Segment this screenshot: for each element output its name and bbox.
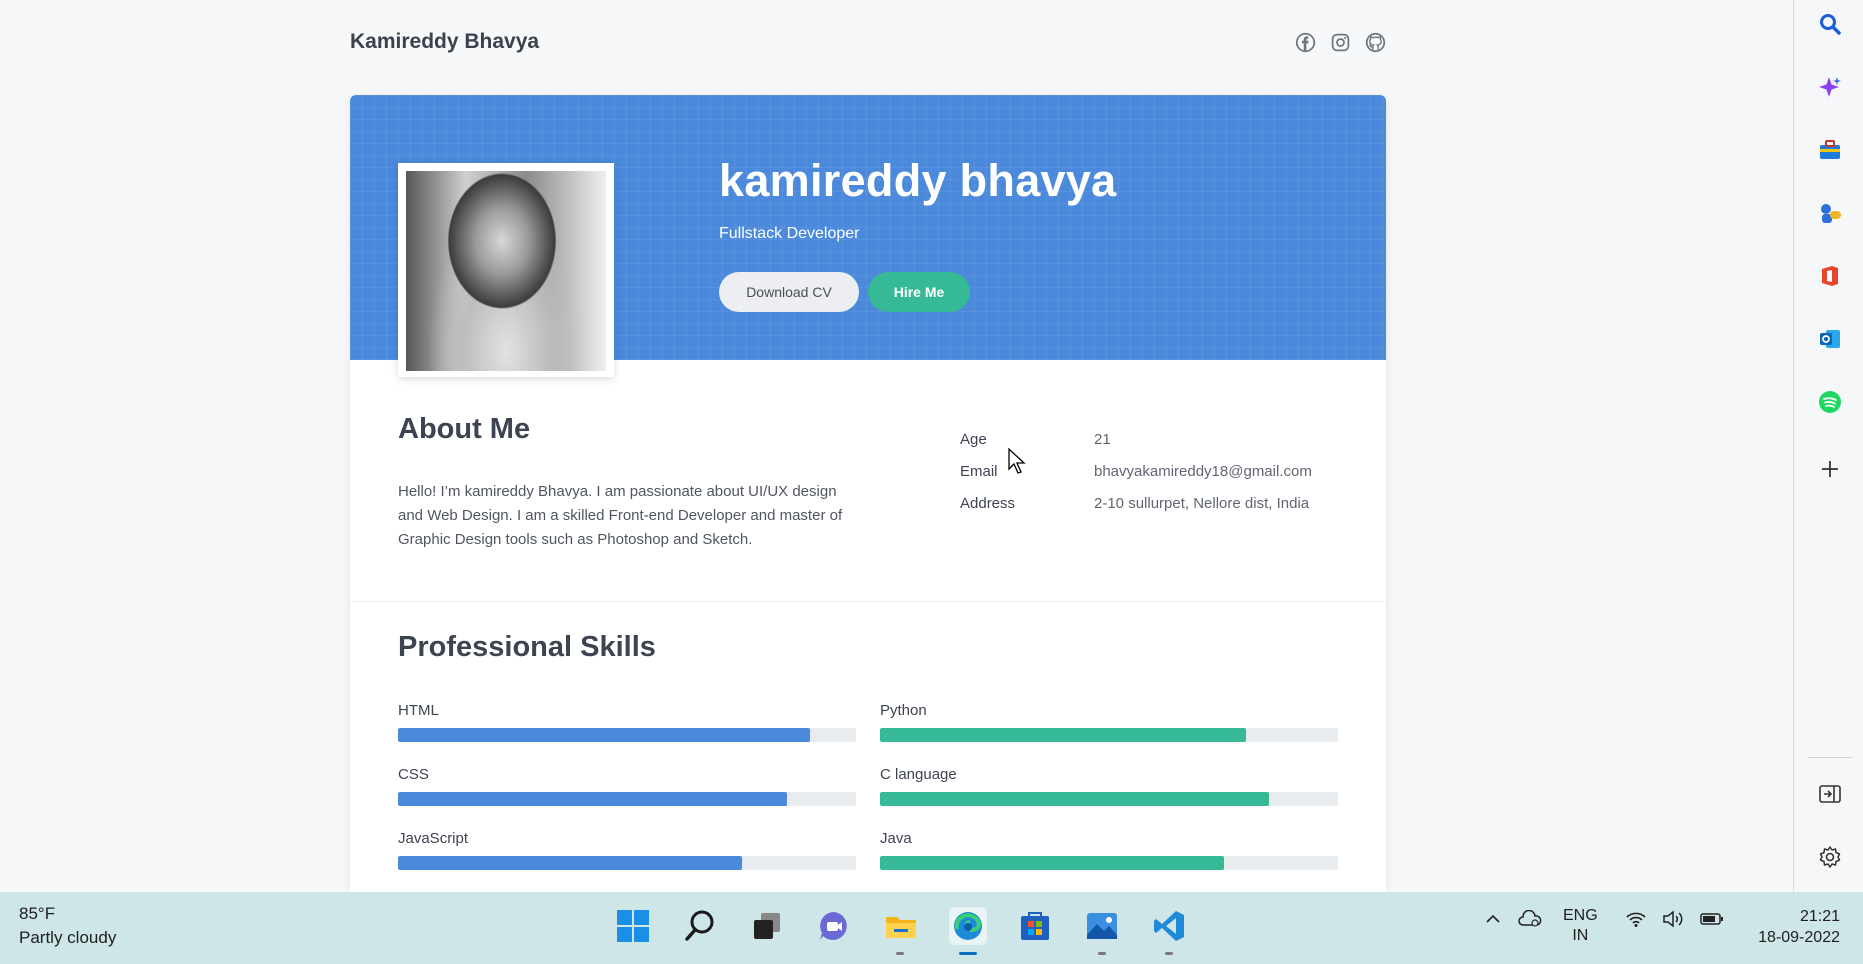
weather-temperature[interactable]: 85°F — [19, 904, 55, 924]
hero-section: kamireddy bhavya Fullstack Developer Dow… — [350, 95, 1386, 377]
hero-name: kamireddy bhavya — [719, 155, 1117, 206]
info-label: Address — [960, 495, 1016, 512]
skills-column-right: Python C language Java — [880, 702, 1338, 892]
browser-viewport: Kamireddy Bhavya kamireddy bhavya Fullst… — [0, 0, 1793, 892]
about-text: Hello! I’m kamireddy Bhavya. I am passio… — [398, 483, 843, 548]
skill-fill — [398, 728, 811, 742]
info-value[interactable]: bhavyakamireddy18@gmail.com — [1094, 463, 1312, 495]
instagram-icon[interactable] — [1330, 32, 1351, 53]
info-value: 21 — [1094, 431, 1111, 448]
social-links — [1295, 32, 1386, 53]
profile-photo-frame — [398, 163, 614, 377]
language-region: IN — [1572, 927, 1589, 944]
outlook-icon[interactable] — [1818, 327, 1842, 351]
site-header: Kamireddy Bhavya — [350, 28, 1386, 58]
search-icon[interactable] — [1818, 12, 1842, 36]
skill-fill — [398, 856, 742, 870]
chevron-up-icon[interactable] — [1484, 910, 1502, 933]
skill-track — [880, 792, 1338, 806]
skill-javascript: JavaScript — [398, 830, 856, 892]
copilot-icon[interactable] — [1818, 75, 1842, 99]
about-title: About Me — [398, 413, 531, 445]
office-icon[interactable] — [1818, 264, 1842, 288]
language-code: ENG — [1563, 907, 1598, 924]
skill-java: Java — [880, 830, 1338, 892]
sidebar-toggle-icon[interactable] — [1818, 782, 1842, 806]
wifi-icon[interactable] — [1625, 910, 1647, 933]
section-divider — [350, 601, 1386, 602]
tools-icon[interactable] — [1818, 138, 1842, 162]
skill-fill — [880, 728, 1247, 742]
task-view-icon[interactable] — [748, 907, 786, 945]
facebook-icon[interactable] — [1295, 32, 1316, 53]
sidebar-divider — [1808, 757, 1852, 758]
hire-me-button[interactable]: Hire Me — [868, 272, 970, 312]
skill-fill — [880, 856, 1224, 870]
file-explorer-icon[interactable] — [882, 907, 920, 945]
skill-html: HTML — [398, 702, 856, 766]
info-value: 2-10 sullurpet, Nellore dist, India — [1094, 495, 1310, 512]
running-indicator — [1165, 952, 1173, 955]
skill-track — [398, 728, 856, 742]
running-indicator — [896, 952, 904, 955]
clock-time: 21:21 — [1799, 908, 1840, 925]
spotify-icon[interactable] — [1818, 390, 1842, 414]
photos-icon[interactable] — [1083, 907, 1121, 945]
download-cv-button[interactable]: Download CV — [719, 272, 859, 312]
skill-label: JavaScript — [398, 830, 469, 847]
skill-label: Python — [880, 702, 927, 719]
skill-label: CSS — [398, 766, 429, 783]
hero-title: Fullstack Developer — [719, 225, 860, 242]
edge-icon[interactable] — [949, 907, 987, 945]
skill-c-language: C language — [880, 766, 1338, 830]
skill-fill — [880, 792, 1270, 806]
games-icon[interactable] — [1818, 201, 1842, 225]
volume-icon[interactable] — [1662, 910, 1686, 933]
store-icon[interactable] — [1016, 907, 1054, 945]
skill-fill — [398, 792, 788, 806]
active-indicator — [959, 952, 977, 955]
teams-chat-icon[interactable] — [815, 907, 853, 945]
onedrive-sync-icon[interactable] — [1518, 909, 1542, 933]
settings-icon[interactable] — [1818, 845, 1842, 869]
github-icon[interactable] — [1365, 32, 1386, 53]
skills-column-left: HTML CSS JavaScript — [398, 702, 856, 892]
battery-icon[interactable] — [1699, 910, 1725, 933]
taskbar: 85°F Partly cloudy ENG IN 21:21 18-09-20… — [0, 892, 1863, 964]
site-name[interactable]: Kamireddy Bhavya — [350, 30, 539, 54]
skill-python: Python — [880, 702, 1338, 766]
clock[interactable]: 21:21 18-09-2022 — [1740, 906, 1840, 948]
skill-css: CSS — [398, 766, 856, 830]
add-icon[interactable] — [1818, 457, 1842, 481]
skill-track — [880, 728, 1338, 742]
language-indicator[interactable]: ENG IN — [1563, 906, 1598, 946]
mouse-cursor-icon — [1008, 448, 1026, 474]
skill-track — [398, 856, 856, 870]
start-icon[interactable] — [614, 907, 652, 945]
personal-info: Age 21 Email bhavyakamireddy18@gmail.com… — [960, 431, 1312, 527]
skill-label: C language — [880, 766, 957, 783]
clock-date: 18-09-2022 — [1758, 929, 1840, 946]
edge-sidebar — [1793, 0, 1863, 892]
skills-title: Professional Skills — [398, 631, 656, 663]
info-row-address: Address 2-10 sullurpet, Nellore dist, In… — [960, 495, 1312, 527]
skill-label: HTML — [398, 702, 439, 719]
profile-photo — [406, 171, 606, 371]
resume-card: kamireddy bhavya Fullstack Developer Dow… — [350, 95, 1386, 892]
skill-label: Java — [880, 830, 912, 847]
search-icon[interactable] — [681, 907, 719, 945]
vscode-icon[interactable] — [1150, 907, 1188, 945]
weather-description[interactable]: Partly cloudy — [19, 928, 116, 948]
skill-track — [398, 792, 856, 806]
running-indicator — [1098, 952, 1106, 955]
skill-track — [880, 856, 1338, 870]
